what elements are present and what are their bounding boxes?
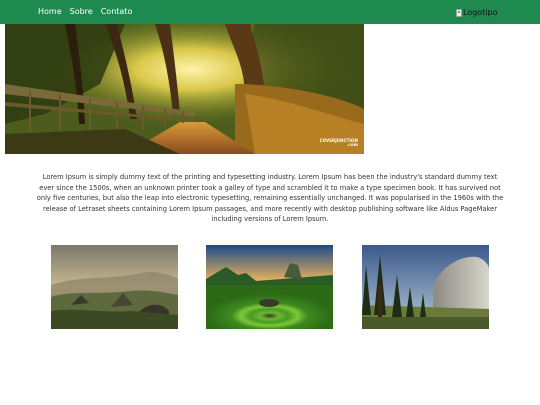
hero-image: COVERJUNCTION .com <box>5 24 364 154</box>
nav-link-contato[interactable]: Contato <box>101 0 133 24</box>
intro-paragraph: Lorem Ipsum is simply dummy text of the … <box>36 173 504 224</box>
logo[interactable]: Logotipo <box>456 6 498 20</box>
watermark: COVERJUNCTION .com <box>319 138 358 147</box>
nav-link-home[interactable]: Home <box>38 0 62 24</box>
cliff-forest-picture <box>362 245 489 329</box>
broken-image-icon <box>456 9 462 17</box>
logo-alt-text: Logotipo <box>463 8 498 17</box>
thumbnail-mountain-mist <box>51 245 178 329</box>
thumbnail-green-valley <box>206 245 333 329</box>
mountain-mist-picture <box>51 245 178 329</box>
top-navbar: Home Sobre Contato Logotipo <box>0 0 540 24</box>
nav-link-sobre[interactable]: Sobre <box>70 0 93 24</box>
thumbnail-cliff-forest <box>362 245 489 329</box>
forest-path-picture <box>5 24 364 154</box>
nav-links: Home Sobre Contato <box>38 0 132 24</box>
green-valley-picture <box>206 245 333 329</box>
